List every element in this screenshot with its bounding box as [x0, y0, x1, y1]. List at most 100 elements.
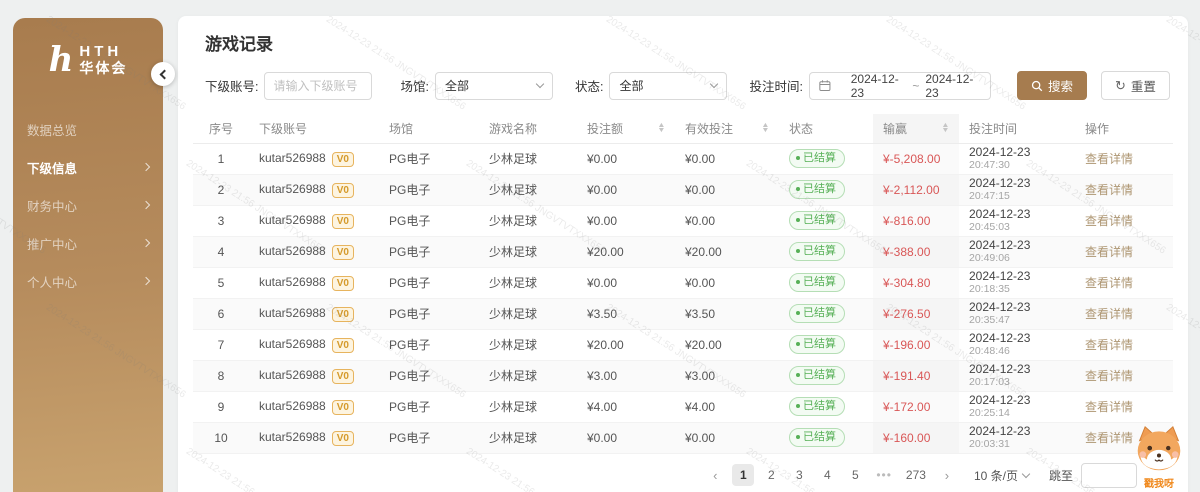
sidebar-collapse-button[interactable]	[151, 62, 175, 86]
column-header[interactable]: 有效投注▲▼	[675, 114, 779, 143]
view-details-link[interactable]: 查看详情	[1085, 369, 1133, 383]
customer-service-mascot[interactable]: 戳我呀	[1128, 424, 1190, 490]
table-cell: kutar526988V0	[249, 422, 379, 453]
bet-time: 20:49:06	[969, 252, 1065, 264]
account-value: kutar526988	[259, 306, 326, 320]
vip-level-badge: V0	[332, 369, 354, 384]
table-cell: 7	[193, 329, 249, 360]
win-loss-value: ¥-276.50	[883, 307, 930, 321]
page-button-2[interactable]: 2	[760, 464, 782, 486]
jump-to-label: 跳至	[1049, 467, 1073, 484]
view-details-link[interactable]: 查看详情	[1085, 431, 1133, 445]
view-details-link[interactable]: 查看详情	[1085, 307, 1133, 321]
sidebar-item-label: 个人中心	[27, 272, 77, 291]
vip-level-badge: V0	[332, 431, 354, 446]
sidebar-item-2[interactable]: 下级信息	[13, 148, 163, 186]
table-cell: 2	[193, 174, 249, 205]
status-select-value: 全部	[619, 77, 643, 94]
status-select[interactable]: 全部	[609, 72, 727, 100]
app-logo: ℎ HTH 华体会	[13, 18, 163, 76]
search-button[interactable]: 搜索	[1017, 71, 1087, 100]
bet-time: 20:03:31	[969, 438, 1065, 450]
bet-date: 2024-12-23	[969, 146, 1065, 159]
table-cell: 查看详情	[1075, 298, 1173, 329]
view-details-link[interactable]: 查看详情	[1085, 214, 1133, 228]
view-details-link[interactable]: 查看详情	[1085, 183, 1133, 197]
table-cell: ¥-276.50	[873, 298, 959, 329]
venue-select-value: 全部	[445, 77, 469, 94]
sort-icon[interactable]: ▲▼	[942, 123, 949, 133]
table-row: 6kutar526988V0PG电子少林足球¥3.50¥3.50已结算¥-276…	[193, 298, 1173, 329]
table-cell: kutar526988V0	[249, 205, 379, 236]
table-cell: 查看详情	[1075, 391, 1173, 422]
view-details-link[interactable]: 查看详情	[1085, 276, 1133, 290]
date-from-value: 2024-12-23	[851, 72, 907, 100]
table-row: 8kutar526988V0PG电子少林足球¥3.00¥3.00已结算¥-191…	[193, 360, 1173, 391]
table-cell: 2024-12-2320:17:03	[959, 360, 1075, 391]
sidebar-item-1[interactable]: 数据总览	[13, 110, 163, 148]
page-button-5[interactable]: 5	[844, 464, 866, 486]
table-cell: PG电子	[379, 174, 479, 205]
date-to-value: 2024-12-23	[925, 72, 981, 100]
table-cell: ¥20.00	[675, 329, 779, 360]
sidebar-item-3[interactable]: 财务中心	[13, 186, 163, 224]
table-cell: ¥4.00	[577, 391, 675, 422]
sort-icon[interactable]: ▲▼	[658, 123, 665, 133]
win-loss-value: ¥-196.00	[883, 338, 930, 352]
table-cell: ¥20.00	[577, 236, 675, 267]
table-cell: ¥0.00	[577, 267, 675, 298]
status-badge: 已结算	[789, 180, 845, 199]
reset-button[interactable]: ↻ 重置	[1101, 71, 1170, 100]
table-cell: kutar526988V0	[249, 174, 379, 205]
win-loss-value: ¥-160.00	[883, 431, 930, 445]
view-details-link[interactable]: 查看详情	[1085, 152, 1133, 166]
column-header-label: 投注时间	[969, 122, 1017, 136]
table-cell: ¥4.00	[675, 391, 779, 422]
table-cell: ¥-196.00	[873, 329, 959, 360]
table-cell: 2024-12-2320:49:06	[959, 236, 1075, 267]
date-range-picker[interactable]: 2024-12-23 ~ 2024-12-23	[809, 72, 991, 100]
page-button-1[interactable]: 1	[732, 464, 754, 486]
logo-text-cn: 华体会	[79, 60, 127, 76]
table-cell: PG电子	[379, 205, 479, 236]
page-button-4[interactable]: 4	[816, 464, 838, 486]
account-input[interactable]	[264, 72, 372, 100]
table-cell: ¥20.00	[675, 236, 779, 267]
column-header[interactable]: 输赢▲▼	[873, 114, 959, 143]
table-cell: 已结算	[779, 205, 873, 236]
page-button-3[interactable]: 3	[788, 464, 810, 486]
status-badge: 已结算	[789, 366, 845, 385]
sidebar-item-4[interactable]: 推广中心	[13, 224, 163, 262]
table-row: 7kutar526988V0PG电子少林足球¥20.00¥20.00已结算¥-1…	[193, 329, 1173, 360]
date-separator: ~	[912, 79, 919, 93]
view-details-link[interactable]: 查看详情	[1085, 245, 1133, 259]
table-row: 9kutar526988V0PG电子少林足球¥4.00¥4.00已结算¥-172…	[193, 391, 1173, 422]
table-cell: 已结算	[779, 329, 873, 360]
chevron-right-icon	[142, 239, 150, 247]
vip-level-badge: V0	[332, 152, 354, 167]
status-badge: 已结算	[789, 149, 845, 168]
sort-icon[interactable]: ▲▼	[762, 123, 769, 133]
view-details-link[interactable]: 查看详情	[1085, 338, 1133, 352]
view-details-link[interactable]: 查看详情	[1085, 400, 1133, 414]
venue-select[interactable]: 全部	[435, 72, 553, 100]
venue-filter-label: 场馆:	[400, 76, 428, 95]
prev-page-button[interactable]: ‹	[704, 464, 726, 486]
table-cell: PG电子	[379, 143, 479, 174]
page-size-select[interactable]: 10 条/页	[974, 467, 1029, 484]
table-cell: ¥0.00	[577, 174, 675, 205]
table-cell: 已结算	[779, 298, 873, 329]
sidebar-item-5[interactable]: 个人中心	[13, 262, 163, 300]
column-header: 操作	[1075, 114, 1173, 143]
table-row: 5kutar526988V0PG电子少林足球¥0.00¥0.00已结算¥-304…	[193, 267, 1173, 298]
table-cell: 已结算	[779, 360, 873, 391]
column-header[interactable]: 投注额▲▼	[577, 114, 675, 143]
next-page-button[interactable]: ›	[936, 464, 958, 486]
table-row: 2kutar526988V0PG电子少林足球¥0.00¥0.00已结算¥-2,1…	[193, 174, 1173, 205]
table-cell: 已结算	[779, 267, 873, 298]
reset-button-label: 重置	[1131, 76, 1156, 95]
page-button-273[interactable]: 273	[902, 464, 930, 486]
vip-level-badge: V0	[332, 400, 354, 415]
bet-time: 20:17:03	[969, 376, 1065, 388]
table-row: 10kutar526988V0PG电子少林足球¥0.00¥0.00已结算¥-16…	[193, 422, 1173, 453]
